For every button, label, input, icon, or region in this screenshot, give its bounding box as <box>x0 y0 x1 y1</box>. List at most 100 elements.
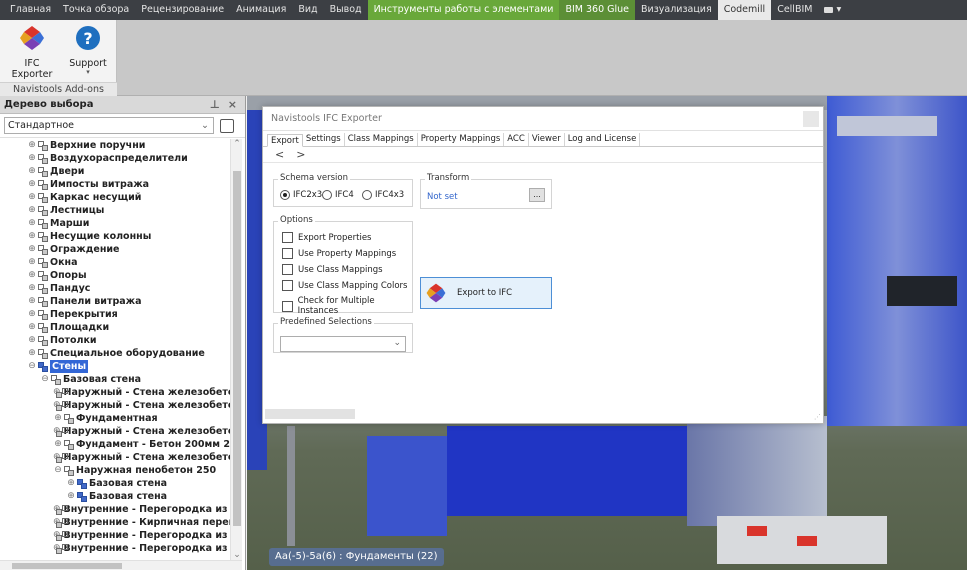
expand-icon[interactable]: ⊕ <box>27 230 37 243</box>
expand-icon[interactable]: ⊕ <box>53 438 63 451</box>
option-checkbox[interactable]: Use Class Mappings <box>282 264 383 275</box>
expand-icon[interactable]: ⊕ <box>27 321 37 334</box>
tree-horizontal-scrollbar[interactable] <box>0 560 242 570</box>
tree-row[interactable]: ⊕ Верхние поручни <box>0 139 230 152</box>
tree-row[interactable]: ⊕ Двери <box>0 165 230 178</box>
resize-grip-icon[interactable]: ⋰ <box>814 413 821 421</box>
expand-icon[interactable]: ⊕ <box>27 217 37 230</box>
back-button[interactable]: < <box>275 148 284 161</box>
radio-icon[interactable] <box>362 190 372 200</box>
tree-row[interactable]: ⊕ Внутренние - Перегородка из пе <box>0 529 230 542</box>
dialog-horizontal-scrollbar[interactable] <box>265 409 355 419</box>
tree-row[interactable]: ⊕ Специальное оборудование <box>0 347 230 360</box>
tree-row[interactable]: ⊕ Окна <box>0 256 230 269</box>
tree-row[interactable]: ⊕ Базовая стена <box>0 477 230 490</box>
expand-icon[interactable]: ⊕ <box>27 191 37 204</box>
tree-row[interactable]: ⊕ Марши <box>0 217 230 230</box>
tree-row[interactable]: ⊕ Импосты витража <box>0 178 230 191</box>
checkbox-icon[interactable] <box>282 300 293 312</box>
option-checkbox[interactable]: Use Class Mapping Colors <box>282 280 407 291</box>
close-icon[interactable]: × <box>228 98 237 111</box>
menu-item[interactable]: Анимация <box>230 0 292 20</box>
expand-icon[interactable]: ⊕ <box>27 269 37 282</box>
expand-icon[interactable]: ⊕ <box>27 152 37 165</box>
tree-row[interactable]: ⊕ Фундаментная <box>0 412 230 425</box>
menu-item[interactable]: Точка обзора <box>57 0 135 20</box>
tree-row[interactable]: ⊖ Наружная пенобетон 250 <box>0 464 230 477</box>
checkbox-icon[interactable] <box>282 232 293 243</box>
dialog-tab[interactable]: Viewer <box>529 133 565 146</box>
tree-row[interactable]: ⊖ Стены <box>0 360 230 373</box>
tree-row[interactable]: ⊕ Панели витража <box>0 295 230 308</box>
tree-row[interactable]: ⊕ Фундамент - Бетон 200мм 2 <box>0 438 230 451</box>
tree-row[interactable]: ⊕ Перекрытия <box>0 308 230 321</box>
tree-row[interactable]: ⊕ Наружный - Стена железобетонн <box>0 399 230 412</box>
tree-row[interactable]: ⊕ Каркас несущий <box>0 191 230 204</box>
menu-item[interactable]: CellBIM <box>771 0 818 20</box>
tree-row[interactable]: ⊕ Базовая стена <box>0 490 230 503</box>
dialog-tab[interactable]: Class Mappings <box>345 133 418 146</box>
forward-button[interactable]: > <box>296 148 305 161</box>
schema-radio[interactable]: IFC2x3 <box>280 190 322 200</box>
tree-row[interactable]: ⊕ Опоры <box>0 269 230 282</box>
expand-icon[interactable]: ⊕ <box>27 139 37 152</box>
scroll-down-icon[interactable]: ⌄ <box>231 550 243 560</box>
tree-row[interactable]: ⊕ Воздухораспределители <box>0 152 230 165</box>
pin-icon[interactable]: ⊥ <box>210 98 220 111</box>
expand-icon[interactable]: ⊕ <box>27 334 37 347</box>
dialog-tab[interactable]: Property Mappings <box>418 133 505 146</box>
tree-row[interactable]: ⊕ Наружный - Стена железобетонн <box>0 451 230 464</box>
predefined-selections-select[interactable]: ⌄ <box>280 336 406 352</box>
tree-row[interactable]: ⊕ Несущие колонны <box>0 230 230 243</box>
transform-browse-button[interactable]: ... <box>529 188 545 202</box>
scroll-thumb[interactable] <box>12 563 122 569</box>
schema-radio[interactable]: IFC4x3 <box>362 190 404 200</box>
tree-row[interactable]: ⊕ Внутренние - Кирпичная перего <box>0 516 230 529</box>
option-checkbox[interactable]: Export Properties <box>282 232 371 243</box>
support-button[interactable]: ? Support ▾ <box>64 24 112 76</box>
scroll-up-icon[interactable]: ⌃ <box>231 139 243 149</box>
tree-row[interactable]: ⊕ Внутренние - Перегородка из пе <box>0 503 230 516</box>
tree-row[interactable]: ⊕ Лестницы <box>0 204 230 217</box>
dialog-tab[interactable]: Log and License <box>565 133 641 146</box>
checkbox-icon[interactable] <box>282 248 293 259</box>
menu-item[interactable]: Главная <box>4 0 57 20</box>
menu-item[interactable]: Вывод <box>324 0 368 20</box>
schema-radio[interactable]: IFC4 <box>322 190 354 200</box>
tree-row[interactable]: ⊖ Базовая стена <box>0 373 230 386</box>
expand-icon[interactable]: ⊕ <box>66 490 76 503</box>
dialog-tab[interactable]: Settings <box>303 133 345 146</box>
tree-row[interactable]: ⊕ Площадки <box>0 321 230 334</box>
tree-mode-select[interactable]: Стандартное ⌄ <box>4 117 214 134</box>
checkbox-icon[interactable] <box>282 280 293 291</box>
expand-icon[interactable]: ⊕ <box>27 178 37 191</box>
tree-row[interactable]: ⊕ Ограждение <box>0 243 230 256</box>
tree-vertical-scrollbar[interactable]: ⌃ ⌄ <box>230 139 242 560</box>
menu-item[interactable]: Рецензирование <box>135 0 230 20</box>
tree-row[interactable]: ⊕ Наружный - Стена железобетонн <box>0 425 230 438</box>
checkbox-icon[interactable] <box>282 264 293 275</box>
radio-icon[interactable] <box>322 190 332 200</box>
radio-icon[interactable] <box>280 190 290 200</box>
collapse-icon[interactable]: ⊖ <box>53 464 63 477</box>
dialog-tab[interactable]: ACC <box>504 133 529 146</box>
tree-row[interactable]: ⊕ Внутренние - Перегородка из пе <box>0 542 230 555</box>
ribbon-options-icon[interactable]: ▾ <box>818 0 847 20</box>
menu-item[interactable]: Вид <box>292 0 323 20</box>
menu-item[interactable]: Codemill <box>717 0 772 20</box>
expand-icon[interactable]: ⊕ <box>27 256 37 269</box>
export-to-ifc-button[interactable]: Export to IFC <box>420 277 552 309</box>
expand-icon[interactable]: ⊕ <box>53 412 63 425</box>
expand-icon[interactable]: ⊕ <box>27 347 37 360</box>
menu-item[interactable]: Визуализация <box>635 0 718 20</box>
expand-icon[interactable]: ⊕ <box>27 165 37 178</box>
expand-icon[interactable]: ⊕ <box>27 308 37 321</box>
expand-icon[interactable]: ⊕ <box>27 243 37 256</box>
tree-row[interactable]: ⊕ Потолки <box>0 334 230 347</box>
copy-selection-icon[interactable] <box>220 118 234 133</box>
expand-icon[interactable]: ⊕ <box>66 477 76 490</box>
ifc-exporter-button[interactable]: IFC Exporter <box>4 24 60 80</box>
option-checkbox[interactable]: Use Property Mappings <box>282 248 396 259</box>
tree-row[interactable]: ⊕ Пандус <box>0 282 230 295</box>
expand-icon[interactable]: ⊕ <box>27 204 37 217</box>
